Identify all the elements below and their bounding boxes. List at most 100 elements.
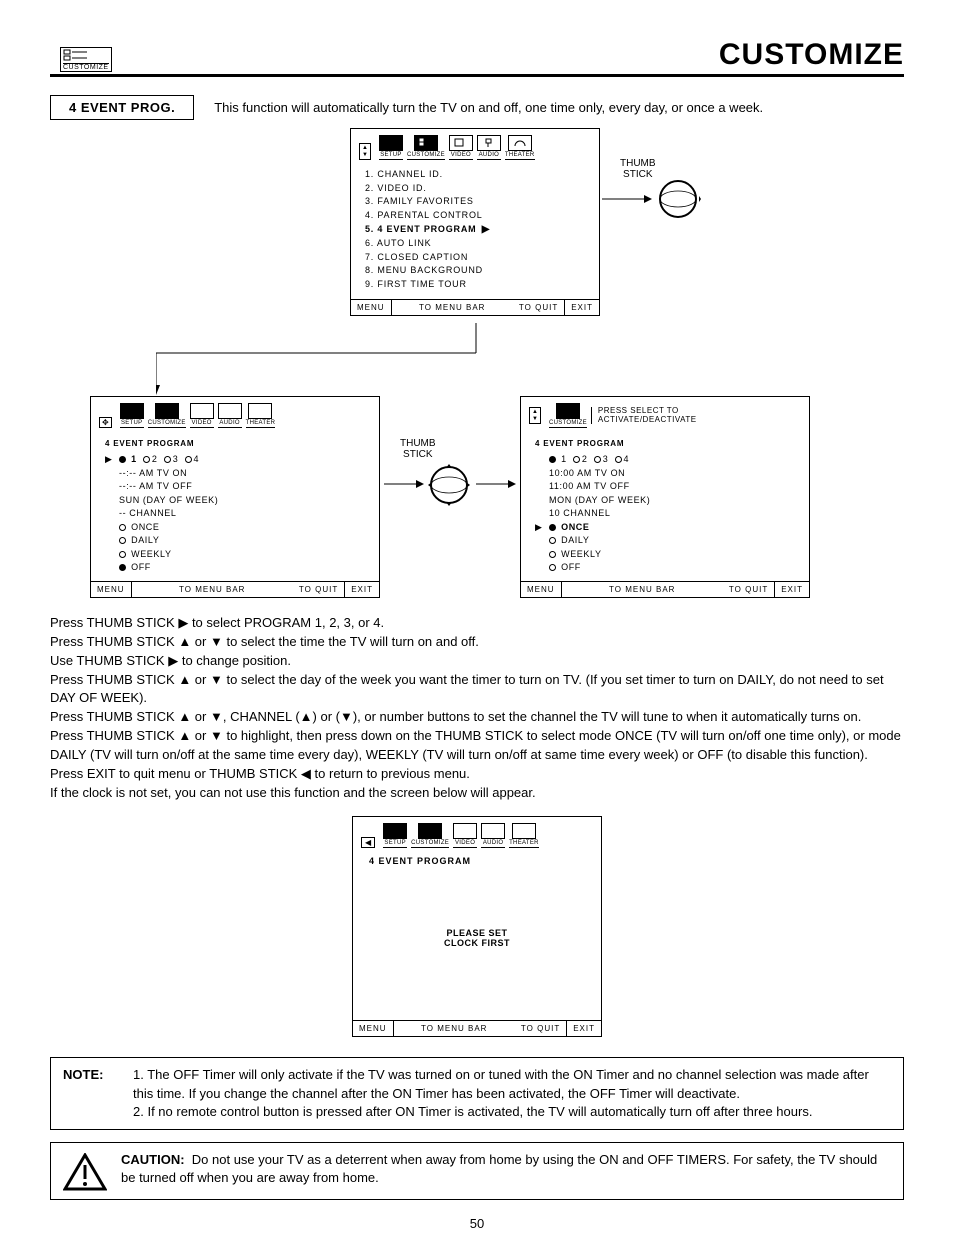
- radio-icon: [143, 456, 150, 463]
- menu-item-selected[interactable]: 5. 4 EVENT PROGRAM ▶: [365, 222, 585, 237]
- flow-arrow-right-icon: [476, 478, 516, 490]
- osd-event-content: 4 EVENT PROGRAM 1 2 3 4 10:00 AM TV ON 1…: [521, 432, 809, 581]
- tab-setup[interactable]: SETUP: [379, 135, 403, 160]
- tab-audio[interactable]: AUDIO: [218, 403, 242, 428]
- program-select-row[interactable]: 1 2 3 4: [535, 453, 795, 467]
- osd-panel-main-menu: ▲▼ SETUP CUSTOMIZE VIDEO AUDIO THEATER 1…: [350, 128, 600, 316]
- osd-tabs: ◀ SETUP CUSTOMIZE VIDEO AUDIO THEATER: [353, 817, 601, 852]
- radio-icon: [164, 456, 171, 463]
- menu-item[interactable]: 2. VIDEO ID.: [365, 182, 585, 196]
- osd-tabs: ▲▼ SETUP CUSTOMIZE VIDEO AUDIO THEATER: [351, 129, 599, 164]
- customize-badge: CUSTOMIZE: [60, 47, 112, 72]
- tab-setup[interactable]: SETUP: [383, 823, 407, 848]
- event-title: 4 EVENT PROGRAM: [105, 438, 365, 450]
- tab-customize[interactable]: CUSTOMIZE: [411, 823, 449, 848]
- flow-arrow-right-icon: [384, 478, 424, 490]
- clock-title: 4 EVENT PROGRAM: [353, 852, 601, 870]
- tab-customize[interactable]: CUSTOMIZE: [549, 403, 587, 428]
- menu-item[interactable]: 6. AUTO LINK: [365, 237, 585, 251]
- mode-daily[interactable]: DAILY: [105, 534, 365, 548]
- badge-label: CUSTOMIZE: [63, 63, 109, 71]
- menu-item[interactable]: 1. CHANNEL ID.: [365, 168, 585, 182]
- warning-triangle-icon: [63, 1153, 107, 1191]
- menu-item[interactable]: 7. CLOSED CAPTION: [365, 251, 585, 265]
- activate-note: PRESS SELECT TOACTIVATE/DEACTIVATE: [591, 407, 799, 425]
- instruction-line: Use THUMB STICK ▶ to change position.: [50, 652, 904, 671]
- page-header: CUSTOMIZE CUSTOMIZE: [50, 38, 904, 72]
- menu-item[interactable]: 9. FIRST TIME TOUR: [365, 278, 585, 292]
- radio-icon: [573, 456, 580, 463]
- event-row[interactable]: SUN (DAY OF WEEK): [105, 494, 365, 508]
- mode-weekly[interactable]: WEEKLY: [105, 548, 365, 562]
- radio-icon: [549, 456, 556, 463]
- instruction-line: Press THUMB STICK ▲ or ▼, CHANNEL (▲) or…: [50, 708, 904, 727]
- thumbstick-icon: [655, 176, 701, 222]
- event-row[interactable]: 11:00 AM TV OFF: [535, 480, 795, 494]
- tab-theater[interactable]: THEATER: [246, 403, 276, 428]
- tab-customize[interactable]: CUSTOMIZE: [407, 135, 445, 160]
- radio-icon: [594, 456, 601, 463]
- tab-video[interactable]: VIDEO: [453, 823, 477, 848]
- event-row[interactable]: --:-- AM TV OFF: [105, 480, 365, 494]
- radio-icon: [119, 564, 126, 571]
- osd-footer: MENU TO MENU BAR TO QUIT EXIT: [351, 299, 599, 315]
- tab-theater[interactable]: THEATER: [505, 135, 535, 160]
- mode-off[interactable]: OFF: [535, 561, 795, 575]
- tab-video[interactable]: VIDEO: [190, 403, 214, 428]
- cross-arrows-icon: ✥: [99, 417, 112, 428]
- event-row[interactable]: 10 CHANNEL: [535, 507, 795, 521]
- mode-once[interactable]: ONCE: [105, 521, 365, 535]
- updown-arrows-icon: ▲▼: [529, 407, 541, 424]
- osd-tabs: ✥ SETUP CUSTOMIZE VIDEO AUDIO THEATER: [91, 397, 379, 432]
- footer-menu: MENU: [351, 300, 391, 315]
- footer-bar: TO MENU BAR: [391, 300, 513, 315]
- event-row[interactable]: --:-- AM TV ON: [105, 467, 365, 481]
- osd-menu-list: 1. CHANNEL ID. 2. VIDEO ID. 3. FAMILY FA…: [351, 164, 599, 299]
- tab-setup[interactable]: SETUP: [120, 403, 144, 428]
- thumbstick-icon: [426, 462, 472, 508]
- section-description: This function will automatically turn th…: [214, 100, 763, 115]
- arrow-right-icon: ▶: [482, 222, 491, 237]
- event-row[interactable]: MON (DAY OF WEEK): [535, 494, 795, 508]
- note-item: 2. If no remote control button is presse…: [133, 1103, 891, 1121]
- mode-daily[interactable]: DAILY: [535, 534, 795, 548]
- flow-arrow-right-icon: [602, 193, 652, 205]
- tab-video[interactable]: VIDEO: [449, 135, 473, 160]
- radio-icon: [185, 456, 192, 463]
- event-row[interactable]: -- CHANNEL: [105, 507, 365, 521]
- tab-customize[interactable]: CUSTOMIZE: [148, 403, 186, 428]
- page-number: 50: [50, 1216, 904, 1231]
- radio-icon: [119, 551, 126, 558]
- caution-box: CAUTION: Do not use your TV as a deterre…: [50, 1142, 904, 1200]
- radio-icon: [549, 551, 556, 558]
- instructions-block: Press THUMB STICK ▶ to select PROGRAM 1,…: [50, 614, 904, 802]
- instruction-line: Press EXIT to quit menu or THUMB STICK ◀…: [50, 765, 904, 784]
- mode-weekly[interactable]: WEEKLY: [535, 548, 795, 562]
- tab-theater[interactable]: THEATER: [509, 823, 539, 848]
- menu-item[interactable]: 3. FAMILY FAVORITES: [365, 195, 585, 209]
- instruction-line: Press THUMB STICK ▲ or ▼ to select the t…: [50, 633, 904, 652]
- footer-quit: TO QUIT: [513, 300, 564, 315]
- menu-item[interactable]: 4. PARENTAL CONTROL: [365, 209, 585, 223]
- menu-item[interactable]: 8. MENU BACKGROUND: [365, 264, 585, 278]
- mode-once[interactable]: ▶ ONCE: [535, 521, 795, 535]
- thumbstick-label: THUMBSTICK: [620, 158, 656, 180]
- diagram-area: ▲▼ SETUP CUSTOMIZE VIDEO AUDIO THEATER 1…: [50, 128, 904, 608]
- mode-off[interactable]: OFF: [105, 561, 365, 575]
- radio-icon: [549, 537, 556, 544]
- program-select-row[interactable]: ▶ 1 2 3 4: [105, 453, 365, 467]
- event-row[interactable]: 10:00 AM TV ON: [535, 467, 795, 481]
- osd-footer: MENU TO MENU BAR TO QUIT EXIT: [521, 581, 809, 597]
- tab-audio[interactable]: AUDIO: [477, 135, 501, 160]
- osd-event-content: 4 EVENT PROGRAM ▶ 1 2 3 4 --:-- AM TV ON…: [91, 432, 379, 581]
- osd-footer: MENU TO MENU BAR TO QUIT EXIT: [91, 581, 379, 597]
- radio-icon: [119, 456, 126, 463]
- radio-icon: [119, 524, 126, 531]
- osd-panel-clock-warning: ◀ SETUP CUSTOMIZE VIDEO AUDIO THEATER 4 …: [352, 816, 602, 1037]
- tab-audio[interactable]: AUDIO: [481, 823, 505, 848]
- note-box: NOTE: 1. The OFF Timer will only activat…: [50, 1057, 904, 1130]
- arrow-right-icon: ▶: [105, 453, 113, 467]
- instruction-line: Press THUMB STICK ▶ to select PROGRAM 1,…: [50, 614, 904, 633]
- event-title: 4 EVENT PROGRAM: [535, 438, 795, 450]
- flow-connector: [156, 323, 656, 403]
